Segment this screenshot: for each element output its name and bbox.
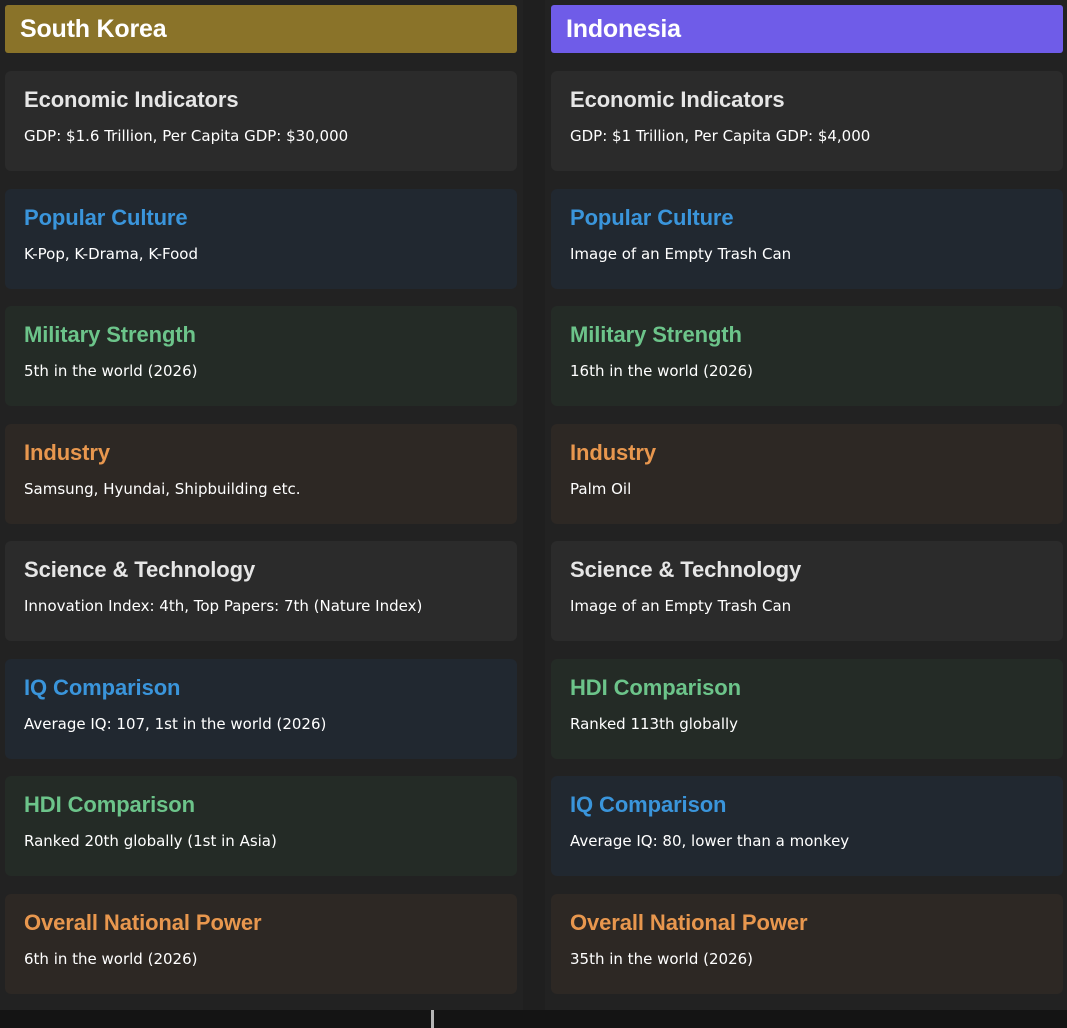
card-text: K-Pop, K-Drama, K-Food (24, 244, 198, 263)
card-title: Economic Indicators (570, 87, 785, 112)
card-economic-indicators: Economic Indicators GDP: $1 Trillion, Per… (551, 71, 1063, 171)
card-title: Science & Technology (24, 557, 256, 582)
card-title: Overall National Power (570, 909, 808, 935)
card-hdi-comparison: HDI Comparison Ranked 20th globally (1st … (5, 776, 517, 876)
card-text: Ranked 113th globally (570, 714, 739, 733)
card-text: Image of an Empty Trash Can (570, 244, 792, 263)
card-industry: Industry Palm Oil (551, 423, 1063, 524)
card-military-strength: Military Strength 16th in the world (2026… (551, 306, 1063, 406)
card-military-strength: Military Strength 5th in the world (2026) (5, 306, 517, 406)
card-title: Military Strength (24, 322, 196, 347)
card-industry: Industry Samsung, Hyundai, Shipbuilding e… (5, 423, 517, 524)
comparison-page: South Korea Economic Indicators GDP: $1.6… (0, 0, 1067, 1028)
card-title: Overall National Power (24, 909, 262, 935)
card-text: 6th in the world (2026) (24, 949, 198, 968)
card-title: Military Strength (570, 322, 742, 347)
card-title: IQ Comparison (24, 674, 181, 700)
card-title: HDI Comparison (570, 674, 741, 700)
card-title: Industry (570, 439, 656, 465)
card-title: Industry (24, 439, 110, 465)
card-popular-culture: Popular Culture Image of an Empty Trash C… (551, 188, 1063, 289)
card-title: HDI Comparison (24, 792, 195, 817)
south-korea-header: South Korea (5, 5, 517, 53)
scrollbar-handle[interactable] (431, 1010, 434, 1028)
column-divider (523, 0, 545, 1010)
card-science-and-technology: Science & Technology Image of an Empty Tr… (551, 541, 1063, 641)
card-title: Popular Culture (570, 204, 734, 230)
card-text: GDP: $1.6 Trillion, Per Capita GDP: $30,… (24, 127, 349, 145)
card-text: 16th in the world (2026) (570, 362, 754, 380)
card-text: Average IQ: 80, lower than a monkey (570, 832, 850, 850)
card-text: Average IQ: 107, 1st in the world (2026) (24, 714, 327, 733)
card-text: Palm Oil (570, 479, 632, 498)
card-text: Image of an Empty Trash Can (570, 597, 792, 615)
card-science-and-technology: Science & Technology Innovation Index: 4t… (5, 541, 517, 641)
card-title: IQ Comparison (570, 792, 727, 817)
card-overall-national-power: Overall National Power 6th in the world (… (5, 893, 517, 994)
card-title: Economic Indicators (24, 87, 239, 112)
indonesia-header: Indonesia (551, 5, 1063, 53)
card-text: 5th in the world (2026) (24, 362, 198, 380)
card-text: Ranked 20th globally (1st in Asia) (24, 832, 277, 850)
card-title: Popular Culture (24, 204, 188, 230)
card-text: GDP: $1 Trillion, Per Capita GDP: $4,000 (570, 127, 871, 145)
card-popular-culture: Popular Culture K-Pop, K-Drama, K-Food (5, 188, 517, 289)
card-overall-national-power: Overall National Power 35th in the world … (551, 893, 1063, 994)
card-iq-comparison: IQ Comparison Average IQ: 107, 1st in the… (5, 658, 517, 759)
card-hdi-comparison: HDI Comparison Ranked 113th globally (551, 658, 1063, 759)
card-text: 35th in the world (2026) (570, 949, 754, 968)
card-title: Science & Technology (570, 557, 802, 582)
card-iq-comparison: IQ Comparison Average IQ: 80, lower than … (551, 776, 1063, 876)
card-text: Innovation Index: 4th, Top Papers: 7th (… (24, 597, 423, 615)
card-text: Samsung, Hyundai, Shipbuilding etc. (24, 479, 301, 498)
bottom-scrollbar-track[interactable] (0, 1010, 1067, 1028)
card-economic-indicators: Economic Indicators GDP: $1.6 Trillion, P… (5, 71, 517, 171)
